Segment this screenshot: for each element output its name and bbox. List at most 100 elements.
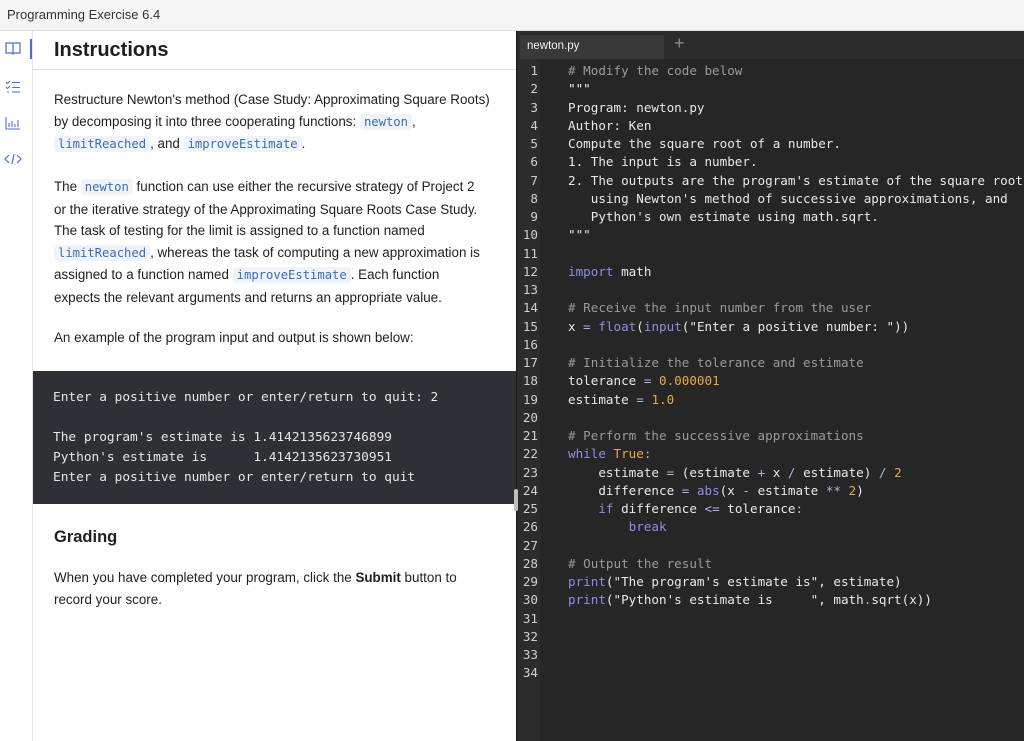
code-line: # Output the result — [568, 555, 713, 571]
book-icon[interactable] — [4, 41, 22, 57]
code-line: Author: Ken — [568, 117, 652, 133]
add-tab-icon[interactable]: + — [674, 33, 685, 54]
token: estimate) — [795, 464, 879, 480]
grading-paragraph: When you have completed your program, cl… — [54, 567, 504, 610]
text: The task of testing for the limit is ass… — [54, 223, 425, 239]
token: ("Enter a positive number: ")) — [681, 318, 910, 334]
token: difference — [613, 501, 705, 516]
token: tolerance — [568, 373, 644, 389]
line-number: 20 — [522, 409, 538, 425]
token: ) — [856, 482, 864, 498]
token: : — [795, 501, 804, 516]
line-number: 16 — [522, 336, 538, 352]
code-line: x = float(input("Enter a positive number… — [568, 319, 909, 334]
code-line: Program: newton.py — [568, 99, 705, 115]
inline-code-limitreached: limitReached — [54, 136, 151, 153]
line-number: 18 — [522, 373, 538, 389]
token: float — [598, 318, 637, 334]
token: break — [628, 519, 667, 535]
code-line: break — [568, 519, 667, 534]
code-line: using Newton's method of successive appr… — [568, 190, 1008, 206]
line-number: 23 — [522, 464, 538, 480]
active-indicator — [30, 39, 32, 59]
token: x — [568, 318, 584, 334]
line-number: 19 — [522, 391, 538, 407]
line-number: 25 — [522, 501, 538, 516]
code-line: tolerance = 0.000001 — [568, 373, 720, 388]
line-number: 22 — [522, 446, 538, 462]
token: print — [568, 574, 606, 589]
code-text-area[interactable]: # Modify the code below """ Program: new… — [540, 59, 1024, 741]
token: ( — [636, 318, 644, 334]
line-number: 3 — [530, 99, 538, 115]
panel-splitter[interactable] — [516, 31, 517, 741]
text: expects the relevant arguments and retur… — [54, 289, 442, 305]
code-line: """ — [568, 227, 591, 243]
token: estimate — [568, 464, 667, 480]
text: When you have completed your program, cl… — [54, 570, 356, 585]
token: abs — [696, 482, 720, 498]
token: tolerance — [719, 501, 796, 516]
text: , — [411, 113, 416, 129]
code-line: # Receive the input number from the user — [568, 300, 872, 316]
token: math — [613, 263, 652, 279]
token: ("Python's estimate is ", math — [605, 592, 864, 608]
code-line: """ — [568, 81, 591, 97]
text: or the iterative strategy of the Approxi… — [54, 201, 478, 217]
line-number: 1 — [530, 63, 538, 78]
line-number: 12 — [522, 263, 538, 279]
line-number: 2 — [530, 81, 538, 97]
token: 1.0 — [651, 391, 675, 407]
tab-newton-py[interactable]: newton.py — [520, 35, 664, 59]
token: ("The program's estimate is", estimate) — [605, 574, 902, 589]
token: estimate — [750, 482, 826, 498]
code-line: Compute the square root of a number. — [568, 136, 841, 151]
text: assigned to a function named — [54, 267, 233, 283]
terminal-line: The program's estimate is 1.414213562374… — [53, 430, 392, 445]
terminal-line: Enter a positive number or enter/return … — [53, 470, 416, 485]
token: print — [568, 592, 606, 608]
line-number-gutter: 1 2 3 4 5 6 7 8 9 10 11 12 13 14 15 16 17 18 19 20 21 22 23 24 2… — [516, 59, 540, 741]
code-line: Python's own estimate using math.sqrt. — [568, 209, 879, 224]
token: while — [568, 446, 606, 462]
token: 0.000001 — [659, 373, 720, 389]
code-line: print("Python's estimate is ", math.sqrt… — [568, 592, 932, 607]
token: sqrt(x)) — [871, 592, 932, 608]
token: : — [643, 446, 652, 462]
token: / — [878, 464, 887, 480]
line-number: 13 — [522, 282, 538, 297]
code-line: if difference <= tolerance: — [568, 501, 803, 516]
line-number: 28 — [522, 555, 538, 571]
code-icon[interactable] — [4, 152, 22, 168]
code-line: # Modify the code below — [568, 63, 743, 78]
token: input — [643, 318, 682, 334]
code-editor: newton.py + 1 2 3 4 5 6 7 8 9 10 11 12 13 14 15 16 17 18 1… — [516, 31, 1024, 741]
title-bar: Programming Exercise 6.4 — [0, 0, 1024, 31]
text: . — [301, 136, 306, 152]
inline-code-newton: newton — [80, 179, 133, 195]
inline-code-improveestimate: improveEstimate — [183, 136, 302, 153]
line-number: 29 — [522, 574, 538, 589]
text: . Each function — [350, 267, 440, 283]
token: if — [598, 501, 614, 516]
code-line: # Initialize the tolerance and estimate — [568, 355, 864, 370]
line-number: 34 — [522, 665, 538, 681]
checklist-icon[interactable] — [4, 80, 22, 96]
instructions-header: Instructions — [33, 31, 516, 70]
bar-chart-icon[interactable] — [4, 116, 22, 132]
line-number: 9 — [530, 209, 538, 224]
code-line: 2. The outputs are the program's estimat… — [568, 172, 1023, 188]
instructions-heading: Instructions — [54, 39, 169, 61]
code-line: # Perform the successive approximations — [568, 428, 864, 443]
line-number: 7 — [530, 172, 538, 188]
terminal-line: Python's estimate is 1.4142135623730951 — [53, 450, 392, 465]
sample-output-terminal: Enter a positive number or enter/return … — [33, 371, 516, 504]
text: record your score. — [54, 591, 162, 607]
line-number: 6 — [530, 154, 538, 170]
line-number: 10 — [522, 227, 538, 243]
splitter-grip-handle[interactable] — [514, 489, 518, 511]
